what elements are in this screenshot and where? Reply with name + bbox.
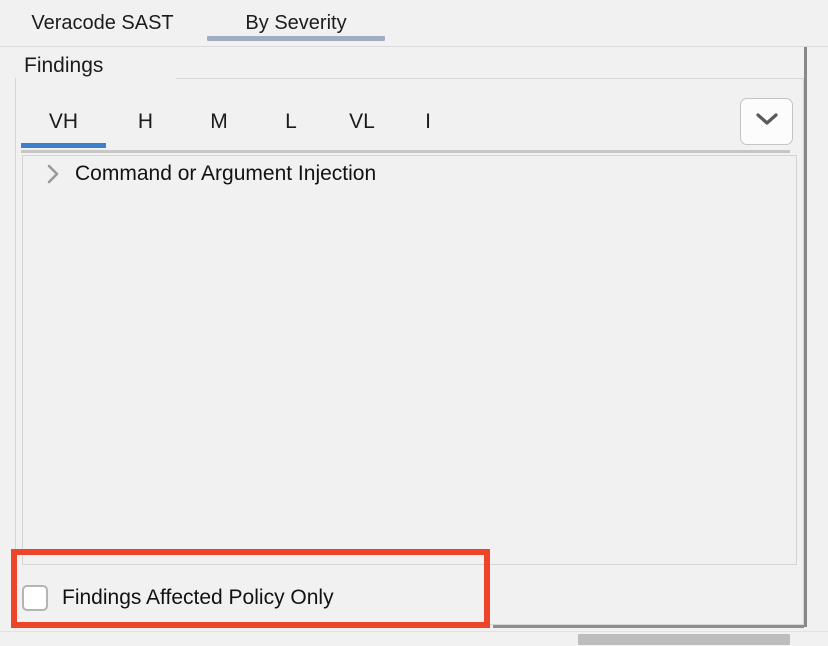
tab-veracode-sast[interactable]: Veracode SAST bbox=[10, 0, 195, 46]
severity-tab-h[interactable]: H bbox=[114, 95, 177, 148]
severity-tab-l-label: L bbox=[285, 109, 297, 133]
tab-by-severity[interactable]: By Severity bbox=[207, 0, 385, 46]
tab-veracode-sast-underline bbox=[10, 36, 195, 41]
tool-window-tab-strip: Veracode SAST By Severity bbox=[0, 0, 828, 47]
severity-tab-vh[interactable]: VH bbox=[21, 95, 106, 148]
horizontal-scrollbar-thumb[interactable] bbox=[578, 634, 790, 645]
chevron-down-icon bbox=[754, 111, 780, 132]
policy-filter-row[interactable]: Findings Affected Policy Only bbox=[22, 578, 482, 618]
severity-tab-i[interactable]: I bbox=[404, 95, 452, 148]
severity-tab-vh-label: VH bbox=[48, 109, 79, 133]
severity-tab-i-underline bbox=[404, 143, 452, 148]
severity-tab-h-label: H bbox=[137, 109, 154, 133]
tree-row-label: Command or Argument Injection bbox=[75, 162, 377, 185]
tab-veracode-sast-label: Veracode SAST bbox=[31, 11, 174, 34]
severity-tab-vl-underline bbox=[326, 143, 398, 148]
severity-tab-m-underline bbox=[184, 143, 254, 148]
severity-tab-i-label: I bbox=[425, 109, 431, 133]
severity-tab-bar: VH H M L VL I bbox=[21, 95, 790, 153]
panel-bottom-edge bbox=[493, 625, 804, 628]
findings-affected-policy-only-label: Findings Affected Policy Only bbox=[62, 586, 334, 609]
severity-tab-h-underline bbox=[114, 143, 177, 148]
tree-row[interactable]: Command or Argument Injection bbox=[23, 156, 796, 192]
tab-by-severity-underline bbox=[207, 36, 385, 41]
tab-by-severity-label: By Severity bbox=[245, 11, 347, 34]
severity-tab-vh-underline bbox=[21, 143, 106, 148]
severity-tab-m[interactable]: M bbox=[184, 95, 254, 148]
severity-tab-l[interactable]: L bbox=[261, 95, 321, 148]
findings-group-title: Findings bbox=[18, 54, 110, 78]
tab-list-dropdown-button[interactable] bbox=[740, 98, 793, 145]
severity-tab-l-underline bbox=[261, 143, 321, 148]
vertical-splitter[interactable] bbox=[804, 47, 807, 627]
findings-affected-policy-only-checkbox[interactable] bbox=[22, 585, 48, 611]
severity-tab-vl[interactable]: VL bbox=[326, 95, 398, 148]
chevron-right-icon[interactable] bbox=[39, 160, 67, 188]
severity-tab-vl-label: VL bbox=[349, 109, 375, 133]
findings-tree[interactable]: Command or Argument Injection bbox=[22, 155, 797, 565]
severity-tab-m-label: M bbox=[210, 109, 228, 133]
